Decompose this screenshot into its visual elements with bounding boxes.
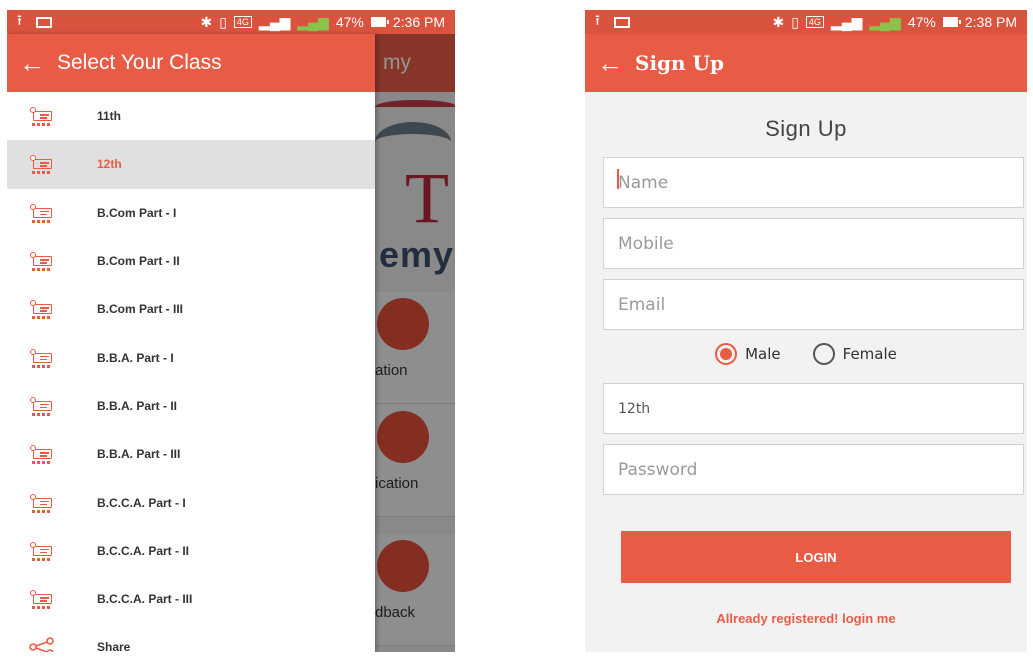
vibrate-icon: ▯ [791, 13, 799, 30]
classroom-icon [7, 299, 97, 320]
page-title: Sign Up [765, 116, 847, 141]
status-time: 2:38 PM [964, 14, 1017, 30]
network-type-badge: 4G [805, 16, 824, 28]
menu-item[interactable]: B.B.A. Part - I [7, 333, 375, 381]
class-select-value: 12th [618, 400, 651, 417]
menu-item[interactable]: B.B.A. Part - III [7, 430, 375, 478]
status-bar: ⭱ ✱ ▯ 4G ▂▄▆ ▂▄▆ 47% 2:36 PM [7, 10, 455, 34]
text-cursor [617, 169, 619, 189]
bluetooth-icon: ✱ [772, 13, 785, 30]
classroom-icon [7, 203, 97, 223]
menu-item-label: B.B.A. Part - I [97, 350, 174, 365]
menu-item-label: B.B.A. Part - III [97, 447, 181, 462]
upload-icon: ⭱ [595, 12, 600, 28]
menu-item[interactable]: B.Com Part - II [7, 237, 375, 285]
class-selection-screen: ⭱ ✱ ▯ 4G ▂▄▆ ▂▄▆ 47% 2:36 PM my T emy at… [7, 10, 455, 652]
status-time: 2:36 PM [392, 14, 445, 30]
battery-percent: 47% [907, 14, 936, 30]
image-icon [613, 16, 630, 28]
signal-icon: ▂▄▆ [258, 13, 291, 30]
battery-icon [942, 17, 961, 27]
menu-item-label: B.Com Part - I [97, 205, 177, 220]
signal-icon: ▂▄▆ [830, 13, 863, 30]
bluetooth-icon: ✱ [200, 13, 213, 30]
signal-icon-secondary: ▂▄▆ [297, 13, 329, 30]
back-arrow-icon[interactable]: ← [7, 50, 57, 76]
menu-item[interactable]: B.Com Part - III [7, 285, 375, 333]
back-arrow-icon[interactable]: ← [585, 50, 635, 76]
email-field[interactable] [603, 279, 1024, 330]
classroom-icon [7, 348, 97, 368]
vibrate-icon: ▯ [219, 13, 227, 30]
menu-item[interactable]: B.C.C.A. Part - III [7, 575, 375, 623]
male-label: Male [745, 345, 781, 363]
app-bar-title: Sign Up [635, 51, 724, 75]
menu-item[interactable]: B.Com Part - I [7, 189, 375, 237]
sign-up-screen: ⭱ ✱ ▯ 4G ▂▄▆ ▂▄▆ 47% 2:38 PM ← Sign Up S… [585, 10, 1027, 652]
classroom-icon [7, 154, 97, 175]
drawer-title: Select Your Class [57, 51, 222, 74]
menu-item[interactable]: 12th [7, 140, 375, 189]
drawer-header: ← Select Your Class [7, 34, 375, 92]
menu-item-label: B.C.C.A. Part - III [97, 592, 193, 607]
classroom-icon [7, 396, 97, 416]
background-app: my T emy ation ication dback [375, 34, 455, 652]
menu-item-label: 12th [97, 157, 122, 172]
classroom-icon [7, 493, 97, 513]
female-radio[interactable] [812, 343, 835, 365]
login-button[interactable]: LOGIN [621, 531, 1011, 583]
network-type-badge: 4G [233, 16, 252, 28]
name-field[interactable] [603, 157, 1024, 208]
image-icon [35, 16, 52, 28]
battery-percent: 47% [335, 14, 364, 30]
battery-icon [370, 17, 389, 27]
menu-item-label: Share [97, 640, 131, 652]
menu-item-label: B.Com Part - III [97, 302, 184, 317]
class-menu: 11th 12th B.Com Part - I B.Com Part - II B.C… [7, 92, 375, 652]
signal-icon-secondary: ▂▄▆ [869, 13, 901, 30]
mobile-field[interactable] [603, 218, 1024, 269]
sign-up-form: Sign Up Male Female 12th LOGIN Allready … [585, 92, 1027, 652]
navigation-drawer: ← Select Your Class 11th 12th B.Com Part -… [7, 34, 375, 652]
classroom-icon [7, 541, 97, 561]
menu-item[interactable]: Share [7, 623, 375, 652]
status-bar: ⭱ ✱ ▯ 4G ▂▄▆ ▂▄▆ 47% 2:38 PM [585, 10, 1027, 34]
menu-item-label: B.Com Part - II [97, 254, 180, 269]
classroom-icon [7, 444, 97, 465]
female-option[interactable]: Female [812, 343, 897, 365]
female-label: Female [842, 345, 897, 363]
menu-item[interactable]: B.B.A. Part - II [7, 382, 375, 430]
class-select[interactable]: 12th [603, 383, 1024, 434]
password-field[interactable] [603, 444, 1024, 495]
menu-item[interactable]: B.C.C.A. Part - I [7, 478, 375, 526]
menu-item-label: B.C.C.A. Part - II [97, 543, 190, 558]
male-radio[interactable] [715, 343, 738, 365]
classroom-icon [7, 106, 97, 127]
app-bar: ← Sign Up [585, 34, 1027, 92]
menu-item[interactable]: 11th [7, 92, 375, 140]
gender-radio-group: Male Female [585, 343, 1027, 365]
male-option[interactable]: Male [715, 343, 781, 365]
classroom-icon [7, 251, 97, 272]
menu-item-label: B.B.A. Part - II [97, 398, 178, 413]
menu-item[interactable]: B.C.C.A. Part - II [7, 527, 375, 575]
classroom-icon [7, 589, 97, 610]
share-icon [7, 637, 97, 652]
upload-icon: ⭱ [17, 12, 22, 28]
menu-item-label: 11th [97, 109, 122, 124]
scrim[interactable] [375, 34, 455, 652]
login-link[interactable]: Allready registered! login me [585, 611, 1027, 626]
menu-item-label: B.C.C.A. Part - I [97, 495, 186, 510]
